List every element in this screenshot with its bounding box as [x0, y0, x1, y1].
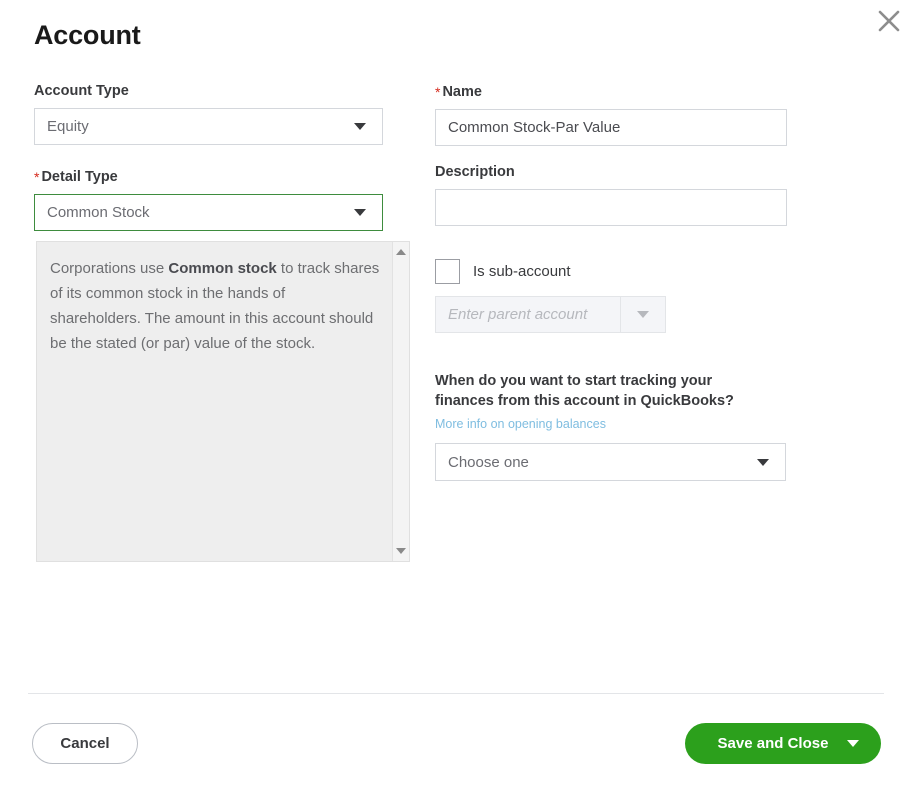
help-text-bold: Common stock [168, 260, 276, 277]
chevron-down-icon[interactable] [847, 740, 859, 747]
description-label: Description [435, 163, 787, 181]
help-panel-scrollbar[interactable] [392, 242, 409, 561]
save-and-close-button[interactable]: Save and Close [685, 723, 881, 764]
page-title: Account [34, 20, 141, 51]
opening-balance-value: Choose one [436, 454, 757, 471]
detail-type-label: *Detail Type [34, 167, 383, 186]
footer-divider [28, 693, 884, 694]
detail-type-select[interactable]: Common Stock [34, 194, 383, 231]
parent-account-placeholder: Enter parent account [436, 306, 620, 323]
left-column: Account Type Equity *Detail Type Common … [34, 82, 383, 231]
cancel-button[interactable]: Cancel [32, 723, 138, 764]
chevron-down-icon [757, 459, 769, 466]
parent-account-caret-box [620, 297, 665, 332]
close-button[interactable] [871, 3, 907, 39]
parent-account-select: Enter parent account [435, 296, 666, 333]
name-input-value: Common Stock-Par Value [436, 119, 786, 136]
is-sub-account-label: Is sub-account [473, 263, 571, 280]
required-asterisk: * [435, 84, 440, 100]
chevron-down-icon [354, 123, 366, 130]
scroll-up-arrow-icon[interactable] [396, 249, 406, 255]
save-and-close-label: Save and Close [685, 735, 847, 752]
help-text-before: Corporations use [50, 260, 168, 277]
close-icon [876, 8, 902, 34]
sub-account-row: Is sub-account [435, 259, 787, 284]
detail-type-label-text: Detail Type [41, 169, 117, 185]
detail-type-value: Common Stock [35, 204, 354, 221]
chevron-down-icon [354, 209, 366, 216]
name-label-text: Name [442, 84, 482, 100]
account-type-label: Account Type [34, 82, 383, 100]
account-type-select[interactable]: Equity [34, 108, 383, 145]
name-label: *Name [435, 82, 787, 101]
detail-type-help-panel: Corporations use Common stock to track s… [36, 241, 410, 562]
description-label-text: Description [435, 164, 515, 180]
right-column: *Name Common Stock-Par Value Description… [435, 82, 787, 481]
account-type-value: Equity [35, 118, 354, 135]
opening-balance-select[interactable]: Choose one [435, 443, 786, 481]
account-type-label-text: Account Type [34, 83, 129, 99]
is-sub-account-checkbox[interactable] [435, 259, 460, 284]
chevron-down-icon [637, 311, 649, 318]
required-asterisk: * [34, 169, 39, 185]
scroll-down-arrow-icon[interactable] [396, 548, 406, 554]
more-info-opening-balances-link[interactable]: More info on opening balances [435, 417, 606, 431]
help-panel-text: Corporations use Common stock to track s… [50, 256, 380, 356]
name-input[interactable]: Common Stock-Par Value [435, 109, 787, 146]
description-input[interactable] [435, 189, 787, 226]
opening-balance-question: When do you want to start tracking your … [435, 371, 765, 411]
opening-balance-block: When do you want to start tracking your … [435, 371, 787, 481]
